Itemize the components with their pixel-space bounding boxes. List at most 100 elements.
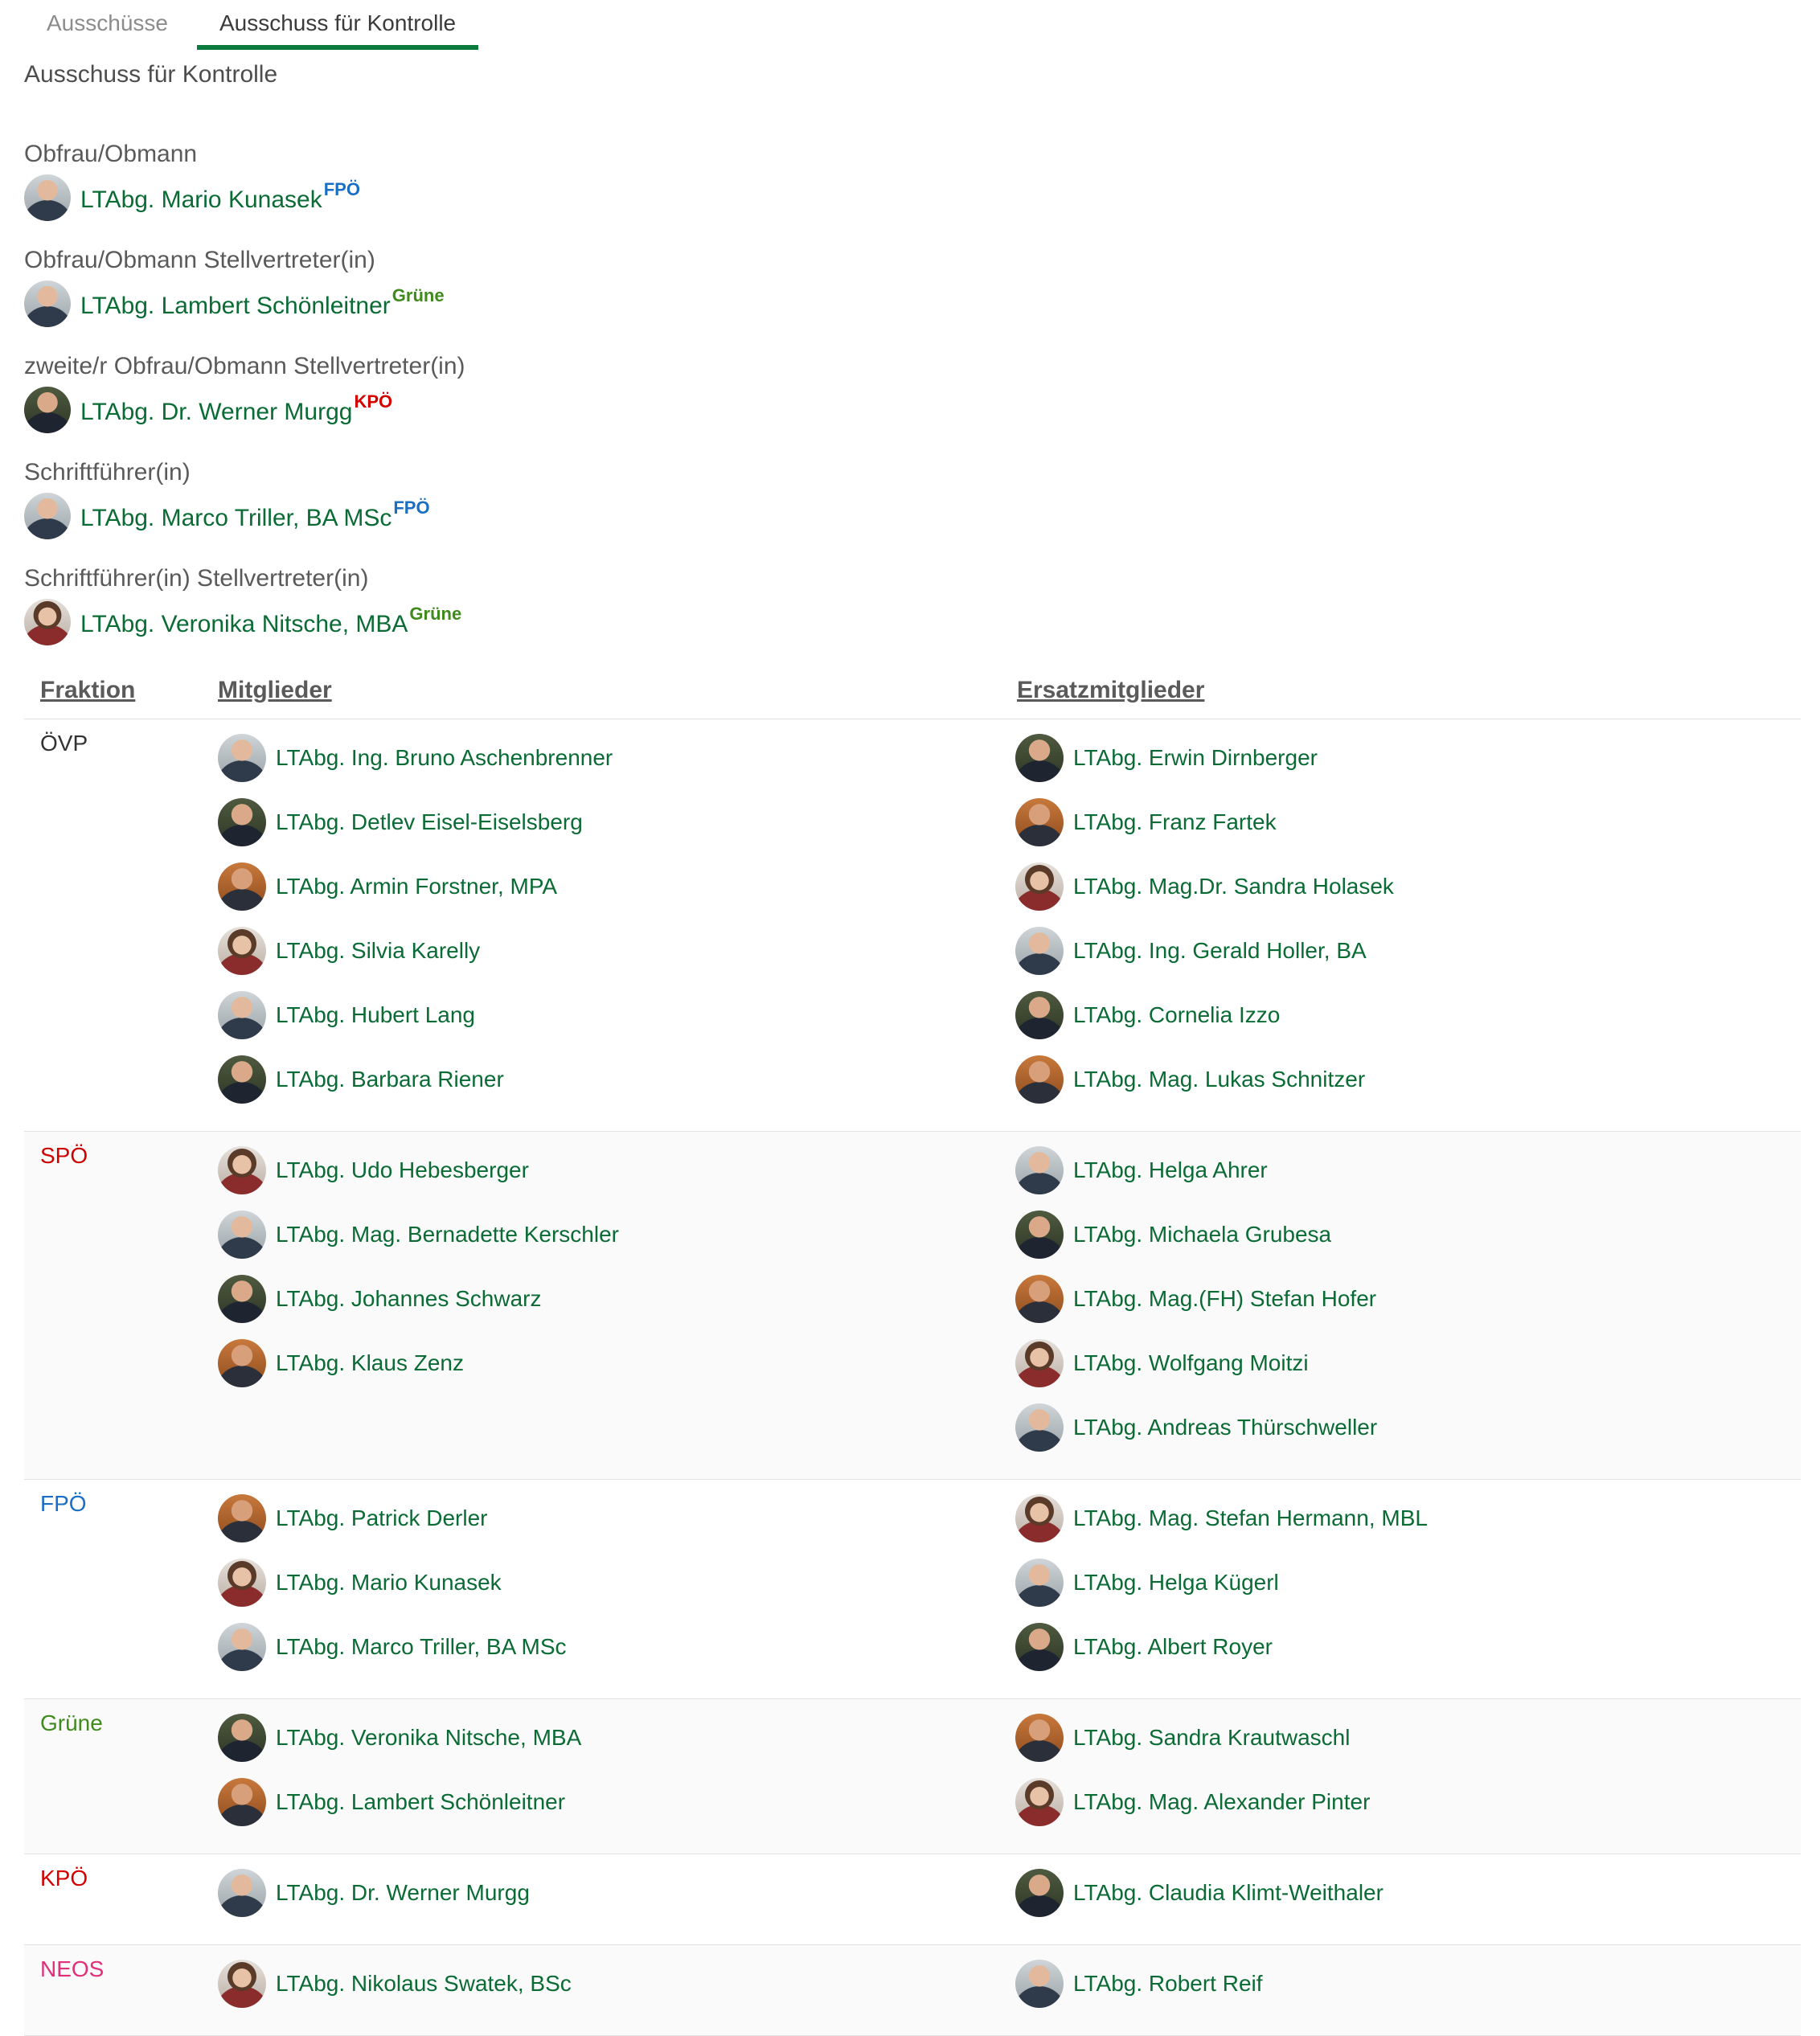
tab-ausschuss-fuer-kontrolle[interactable]: Ausschuss für Kontrolle	[196, 0, 479, 50]
avatar[interactable]	[218, 1714, 266, 1762]
member-item: LTAbg. Johannes Schwarz	[218, 1267, 619, 1331]
avatar[interactable]	[1015, 1869, 1064, 1917]
avatar[interactable]	[218, 1275, 266, 1323]
avatar[interactable]	[1015, 1778, 1064, 1826]
substitute-name-link[interactable]: LTAbg. Mag. Alexander Pinter	[1073, 1789, 1370, 1815]
substitute-name-link[interactable]: LTAbg. Cornelia Izzo	[1073, 1002, 1280, 1028]
member-name-link[interactable]: LTAbg. Patrick Derler	[276, 1505, 487, 1531]
substitute-name-link[interactable]: LTAbg. Ing. Gerald Holler, BA	[1073, 938, 1367, 964]
member-name-link[interactable]: LTAbg. Dr. Werner Murgg	[276, 1880, 530, 1906]
officer-name-link[interactable]: LTAbg. Veronika Nitsche, MBAGrüne	[80, 604, 461, 638]
avatar[interactable]	[218, 1869, 266, 1917]
column-header-ersatzmitglieder[interactable]: Ersatzmitglieder	[1017, 677, 1204, 704]
avatar[interactable]	[1015, 1960, 1064, 2008]
substitute-name-link[interactable]: LTAbg. Erwin Dirnberger	[1073, 745, 1318, 771]
avatar[interactable]	[218, 1623, 266, 1671]
avatar[interactable]	[218, 927, 266, 975]
member-name-link[interactable]: LTAbg. Armin Forstner, MPA	[276, 874, 557, 899]
avatar[interactable]	[1015, 798, 1064, 846]
avatar[interactable]	[218, 1146, 266, 1194]
member-name-link[interactable]: LTAbg. Hubert Lang	[276, 1002, 475, 1028]
avatar[interactable]	[218, 1055, 266, 1104]
faction-name: Grüne	[40, 1710, 103, 1735]
officer-name-link[interactable]: LTAbg. Lambert SchönleitnerGrüne	[80, 285, 445, 320]
officer-name-link[interactable]: LTAbg. Dr. Werner MurggKPÖ	[80, 391, 392, 426]
faction-name: SPÖ	[40, 1143, 88, 1168]
member-name-link[interactable]: LTAbg. Mag. Bernadette Kerschler	[276, 1222, 619, 1247]
substitute-name-link[interactable]: LTAbg. Michaela Grubesa	[1073, 1222, 1331, 1247]
avatar[interactable]	[218, 1339, 266, 1387]
substitute-item: LTAbg. Erwin Dirnberger	[1015, 726, 1394, 790]
avatar[interactable]	[1015, 991, 1064, 1039]
avatar[interactable]	[1015, 1559, 1064, 1607]
avatar[interactable]	[218, 734, 266, 782]
substitute-name-link[interactable]: LTAbg. Helga Kügerl	[1073, 1570, 1279, 1596]
officer-deputy-secretary: Schriftführer(in) Stellvertreter(in) LTA…	[24, 561, 465, 667]
avatar[interactable]	[24, 281, 71, 327]
avatar[interactable]	[1015, 1275, 1064, 1323]
officer-name-link[interactable]: LTAbg. Mario KunasekFPÖ	[80, 178, 360, 214]
substitute-item: LTAbg. Mag. Alexander Pinter	[1015, 1770, 1370, 1834]
avatar[interactable]	[218, 1494, 266, 1542]
avatar[interactable]	[1015, 1494, 1064, 1542]
avatar[interactable]	[1015, 927, 1064, 975]
substitute-name-link[interactable]: LTAbg. Mag.(FH) Stefan Hofer	[1073, 1286, 1376, 1312]
substitute-item: LTAbg. Helga Ahrer	[1015, 1138, 1377, 1202]
avatar[interactable]	[218, 1778, 266, 1826]
avatar[interactable]	[1015, 1623, 1064, 1671]
tab-ausschuesse[interactable]: Ausschüsse	[24, 0, 191, 45]
member-name-link[interactable]: LTAbg. Ing. Bruno Aschenbrenner	[276, 745, 613, 771]
avatar[interactable]	[1015, 734, 1064, 782]
member-name-link[interactable]: LTAbg. Barbara Riener	[276, 1067, 504, 1092]
member-name-link[interactable]: LTAbg. Lambert Schönleitner	[276, 1789, 565, 1815]
member-name-link[interactable]: LTAbg. Udo Hebesberger	[276, 1157, 529, 1183]
avatar[interactable]	[218, 1211, 266, 1259]
substitute-item: LTAbg. Mag.Dr. Sandra Holasek	[1015, 854, 1394, 919]
member-name-link[interactable]: LTAbg. Silvia Karelly	[276, 938, 480, 964]
avatar[interactable]	[24, 599, 71, 645]
avatar[interactable]	[218, 991, 266, 1039]
substitute-name-link[interactable]: LTAbg. Andreas Thürschweller	[1073, 1415, 1377, 1440]
avatar[interactable]	[24, 493, 71, 539]
member-name-link[interactable]: LTAbg. Mario Kunasek	[276, 1570, 502, 1596]
substitute-name-link[interactable]: LTAbg. Sandra Krautwaschl	[1073, 1725, 1350, 1751]
avatar[interactable]	[1015, 1714, 1064, 1762]
avatar[interactable]	[1015, 1339, 1064, 1387]
officer-name-link[interactable]: LTAbg. Marco Triller, BA MScFPÖ	[80, 498, 430, 532]
avatar[interactable]	[218, 1960, 266, 2008]
avatar[interactable]	[24, 387, 71, 433]
avatar[interactable]	[1015, 1055, 1064, 1104]
avatar[interactable]	[1015, 1146, 1064, 1194]
substitute-item: LTAbg. Mag.(FH) Stefan Hofer	[1015, 1267, 1377, 1331]
member-name-link[interactable]: LTAbg. Nikolaus Swatek, BSc	[276, 1971, 572, 1997]
members-column: LTAbg. Veronika Nitsche, MBA LTAbg. Lambe…	[218, 1706, 581, 1834]
substitute-name-link[interactable]: LTAbg. Mag. Lukas Schnitzer	[1073, 1067, 1365, 1092]
member-name-link[interactable]: LTAbg. Klaus Zenz	[276, 1350, 464, 1376]
party-tag: FPÖ	[323, 178, 360, 199]
avatar[interactable]	[218, 1559, 266, 1607]
avatar[interactable]	[218, 862, 266, 911]
substitute-name-link[interactable]: LTAbg. Franz Fartek	[1073, 809, 1277, 835]
officer-name: LTAbg. Lambert Schönleitner	[80, 292, 391, 319]
substitute-name-link[interactable]: LTAbg. Mag. Stefan Hermann, MBL	[1073, 1505, 1428, 1531]
avatar[interactable]	[1015, 1211, 1064, 1259]
member-name-link[interactable]: LTAbg. Marco Triller, BA MSc	[276, 1634, 567, 1660]
officer-chair: Obfrau/Obmann LTAbg. Mario KunasekFPÖ	[24, 137, 465, 243]
substitute-name-link[interactable]: LTAbg. Wolfgang Moitzi	[1073, 1350, 1309, 1376]
substitute-item: LTAbg. Sandra Krautwaschl	[1015, 1706, 1370, 1770]
substitute-item: LTAbg. Helga Kügerl	[1015, 1551, 1428, 1615]
column-header-mitglieder[interactable]: Mitglieder	[218, 677, 332, 704]
substitute-name-link[interactable]: LTAbg. Claudia Klimt-Weithaler	[1073, 1880, 1383, 1906]
avatar[interactable]	[218, 798, 266, 846]
avatar[interactable]	[24, 174, 71, 221]
column-header-fraktion[interactable]: Fraktion	[40, 677, 135, 704]
avatar[interactable]	[1015, 862, 1064, 911]
substitute-name-link[interactable]: LTAbg. Robert Reif	[1073, 1971, 1263, 1997]
substitute-name-link[interactable]: LTAbg. Albert Royer	[1073, 1634, 1273, 1660]
substitute-name-link[interactable]: LTAbg. Mag.Dr. Sandra Holasek	[1073, 874, 1394, 899]
avatar[interactable]	[1015, 1403, 1064, 1452]
member-name-link[interactable]: LTAbg. Detlev Eisel-Eiselsberg	[276, 809, 583, 835]
member-name-link[interactable]: LTAbg. Veronika Nitsche, MBA	[276, 1725, 581, 1751]
member-name-link[interactable]: LTAbg. Johannes Schwarz	[276, 1286, 541, 1312]
substitute-name-link[interactable]: LTAbg. Helga Ahrer	[1073, 1157, 1268, 1183]
